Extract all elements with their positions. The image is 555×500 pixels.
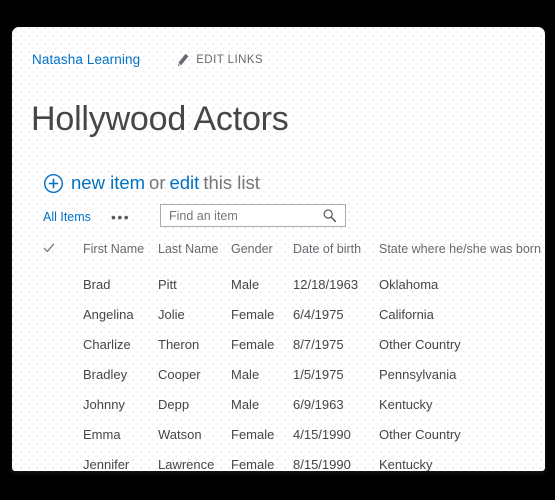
table-row[interactable]: Angelina Jolie Female 6/4/1975 California [43,299,535,329]
cell-last-name: Lawrence [158,456,215,472]
table-row[interactable]: Charlize Theron Female 8/7/1975 Other Countr… [43,329,535,359]
cell-dob: 6/9/1963 [293,396,344,412]
search-input[interactable] [161,205,322,226]
cell-gender: Female [231,426,275,442]
table-row[interactable]: Jennifer Lawrence Female 8/15/1990 Kentucky [43,449,535,472]
row-select-cell[interactable] [43,389,83,419]
cell-first-name: Johnny [83,396,125,412]
cell-last-name: Theron [158,336,200,352]
cell-state: Kentucky [379,396,433,412]
cell-state: California [379,306,434,322]
cell-gender: Male [231,366,260,382]
breadcrumb-site-link[interactable]: Natasha Learning [32,51,140,69]
row-select-cell[interactable] [43,269,83,299]
cell-state: Pennsylvania [379,366,457,382]
table-header-row: First Name Last Name Gender Date of birt… [43,242,541,269]
cell-dob: 6/4/1975 [293,306,344,322]
view-toolbar: All Items ••• [43,206,130,228]
list-commands: new item or edit this list [43,170,264,196]
column-header-gender[interactable]: Gender [231,242,293,269]
row-select-cell[interactable] [43,359,83,389]
cell-dob: 8/15/1990 [293,456,351,472]
table-row[interactable]: Brad Pitt Male 12/18/1963 Oklahoma [43,269,535,299]
cell-last-name: Cooper [158,366,201,382]
cell-state: Other Country [379,336,461,352]
column-header-last-name[interactable]: Last Name [158,242,231,269]
edit-list-link[interactable]: edit [169,170,199,196]
commands-or-label: or [149,172,166,193]
plus-circle-icon[interactable] [43,173,64,194]
cell-first-name: Bradley [83,366,128,382]
cell-first-name: Jennifer [83,456,130,472]
list-card: Natasha Learning EDIT LINKS Hollywood Ac… [12,27,545,471]
edit-links-button[interactable]: EDIT LINKS [176,51,263,69]
cell-last-name: Jolie [158,306,185,322]
column-header-select-all[interactable] [43,242,83,269]
commands-this-list-label: this list [203,172,260,193]
row-select-cell[interactable] [43,299,83,329]
table-row[interactable]: Johnny Depp Male 6/9/1963 Kentucky [43,389,535,419]
column-header-state[interactable]: State where he/she was born [379,242,541,269]
page-title: Hollywood Actors [31,100,289,138]
cell-state: Other Country [379,426,461,442]
table-row[interactable]: Emma Watson Female 4/15/1990 Other Country [43,419,535,449]
search-box[interactable] [160,204,346,227]
view-tab-all-items[interactable]: All Items [43,206,91,228]
list-view-table: First Name Last Name Gender Date of birt… [43,242,541,472]
cell-state: Oklahoma [379,276,439,292]
column-header-date-of-birth[interactable]: Date of birth [293,242,379,269]
table-body: Brad Pitt Male 12/18/1963 Oklahoma Angelina Jo… [43,269,535,472]
view-more-ellipsis-button[interactable]: ••• [111,210,130,224]
cell-first-name: Angelina [83,306,134,322]
search-icon[interactable] [322,208,337,223]
cell-last-name: Depp [158,396,190,412]
cell-gender: Female [231,306,275,322]
cell-dob: 1/5/1975 [293,366,344,382]
cell-first-name: Charlize [83,336,131,352]
cell-gender: Female [231,336,275,352]
cell-last-name: Pitt [158,276,177,292]
column-header-first-name[interactable]: First Name [83,242,158,269]
cell-first-name: Brad [83,276,111,292]
table-row[interactable]: Bradley Cooper Male 1/5/1975 Pennsylvania [43,359,535,389]
cell-dob: 8/7/1975 [293,336,344,352]
row-select-cell[interactable] [43,449,83,471]
cell-gender: Female [231,456,275,472]
cell-gender: Male [231,396,260,412]
new-item-link[interactable]: new item [71,170,145,196]
row-select-cell[interactable] [43,329,83,359]
table-header: First Name Last Name Gender Date of birt… [43,242,541,269]
cell-dob: 12/18/1963 [293,276,359,292]
row-select-cell[interactable] [43,419,83,449]
checkmark-icon[interactable] [43,242,55,254]
cell-dob: 4/15/1990 [293,426,351,442]
cell-gender: Male [231,276,260,292]
breadcrumb: Natasha Learning EDIT LINKS [32,51,263,69]
cell-first-name: Emma [83,426,121,442]
cell-last-name: Watson [158,426,202,442]
cell-state: Kentucky [379,456,433,472]
pencil-icon [177,53,189,67]
edit-links-label: EDIT LINKS [196,54,264,66]
